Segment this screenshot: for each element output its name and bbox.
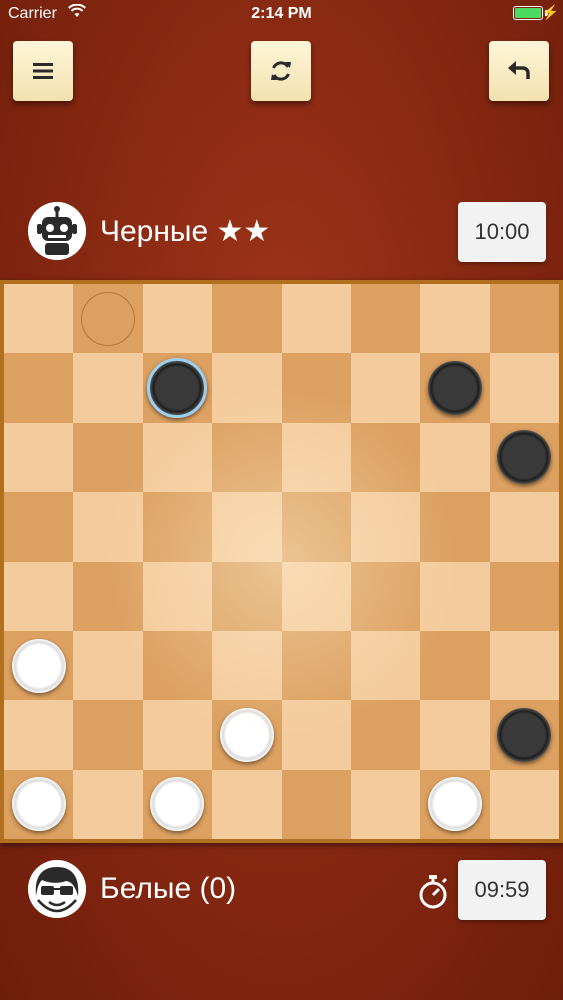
board-square[interactable] [420,422,490,493]
boy-glasses-avatar [28,860,86,918]
charging-icon: ⚡ [541,4,559,20]
board-square[interactable] [489,630,559,701]
bottom-player: Белые (0) [28,860,528,920]
white-checker-piece[interactable] [219,707,274,762]
board-square[interactable] [420,284,490,354]
checkers-board-frame [0,280,563,843]
battery-icon [513,6,543,20]
board-square[interactable] [4,630,74,701]
board-square[interactable] [73,630,143,701]
restart-button[interactable] [251,41,311,101]
top-player-timer: 10:00 [458,202,546,262]
top-player-name: Черные ★★ [100,215,271,248]
undo-button[interactable] [489,41,549,101]
board-square[interactable] [4,561,74,631]
board-square[interactable] [420,700,490,770]
board-square[interactable] [142,769,213,839]
white-checker-piece[interactable] [150,777,205,832]
board-square[interactable] [212,353,282,423]
board-square[interactable] [4,700,74,770]
board-square[interactable] [281,769,351,839]
board-square[interactable] [212,492,282,562]
board-square[interactable] [281,700,351,770]
refresh-icon [271,61,291,81]
board-square[interactable] [489,492,559,562]
black-checker-piece[interactable] [427,361,482,416]
board-square[interactable] [142,700,213,770]
board-square[interactable] [142,492,213,562]
board-square[interactable] [212,700,282,770]
board-square[interactable] [350,353,421,423]
robot-avatar [28,202,86,260]
board-square[interactable] [73,284,143,354]
black-checker-piece[interactable] [497,430,552,485]
board-square[interactable] [350,769,421,839]
board-square[interactable] [281,492,351,562]
board-square[interactable] [73,700,143,770]
board-square[interactable] [142,284,213,354]
board-square[interactable] [73,353,143,423]
board-square[interactable] [420,492,490,562]
board-square[interactable] [350,630,421,701]
board-square[interactable] [142,422,213,493]
menu-icon [33,63,53,79]
board-square[interactable] [489,353,559,423]
stopwatch-icon [419,875,448,909]
board-square[interactable] [350,422,421,493]
board-square[interactable] [281,630,351,701]
board-square[interactable] [73,561,143,631]
board-square[interactable] [4,284,74,354]
board-square[interactable] [212,630,282,701]
bottom-player-name: Белые (0) [100,872,237,905]
board-square[interactable] [142,630,213,701]
bottom-player-timer: 09:59 [458,860,546,920]
board-square[interactable] [489,769,559,839]
board-square[interactable] [489,422,559,493]
board-square[interactable] [4,422,74,493]
board-square[interactable] [212,422,282,493]
board-square[interactable] [489,284,559,354]
white-checker-piece[interactable] [427,777,482,832]
board-square[interactable] [4,353,74,423]
board-square[interactable] [420,769,490,839]
white-checker-piece[interactable] [11,777,66,832]
board-square[interactable] [212,769,282,839]
board-square[interactable] [281,422,351,493]
undo-icon [508,61,530,79]
board-square[interactable] [489,700,559,770]
move-target-marker[interactable] [81,291,136,346]
board-square[interactable] [420,630,490,701]
board-square[interactable] [350,492,421,562]
board-square[interactable] [4,769,74,839]
board-square[interactable] [420,353,490,423]
white-checker-piece[interactable] [11,638,66,693]
board-square[interactable] [142,561,213,631]
board-square[interactable] [350,284,421,354]
board-square[interactable] [281,353,351,423]
board-square[interactable] [73,492,143,562]
board-square[interactable] [212,284,282,354]
board-square[interactable] [281,284,351,354]
board-square[interactable] [73,422,143,493]
board-square[interactable] [350,561,421,631]
board-square[interactable] [212,561,282,631]
clock-time: 2:14 PM [251,5,312,22]
menu-button[interactable] [13,41,73,101]
black-checker-piece[interactable] [497,707,552,762]
black-checker-piece-selected[interactable] [147,358,208,419]
board-square[interactable] [73,769,143,839]
board-square[interactable] [489,561,559,631]
board-square[interactable] [281,561,351,631]
top-player: Черные ★★ [28,202,528,262]
board-square[interactable] [350,700,421,770]
board-square[interactable] [4,492,74,562]
status-bar: Carrier 2:14 PM ⚡ [0,0,563,30]
board-square[interactable] [142,353,213,423]
checkers-board[interactable] [4,284,559,839]
board-square[interactable] [420,561,490,631]
